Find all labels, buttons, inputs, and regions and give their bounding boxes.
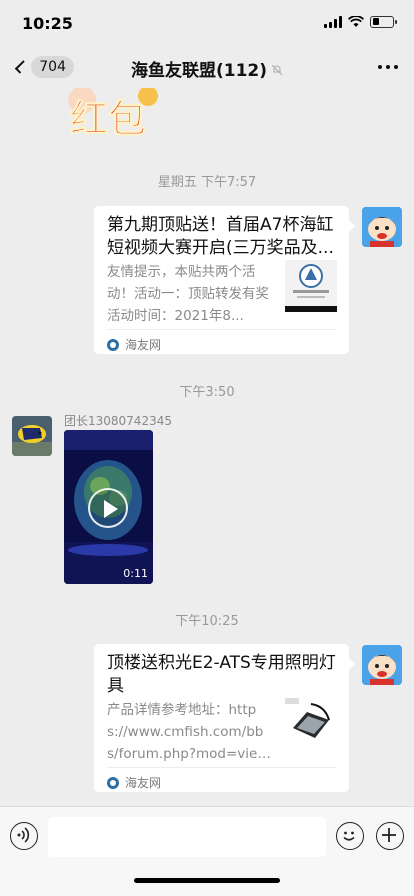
emoji-icon [343, 831, 355, 841]
source-logo-icon [107, 776, 119, 789]
chat-title: 海鱼友联盟(112) [0, 56, 414, 81]
sticker-image[interactable]: 红包 [64, 88, 182, 142]
link-card-thumbnail [285, 260, 337, 312]
link-card-description: 产品详情参考地址：https://www.cmfish.com/bbs/foru… [107, 702, 269, 762]
plus-icon [382, 828, 396, 842]
wifi-icon [348, 15, 364, 27]
link-card-description: 友情提示，本贴共两个活动！活动一：顶贴转发有奖活动时间：2021年8... [107, 264, 269, 324]
voice-icon [17, 827, 30, 843]
timestamp: 下午10:25 [175, 614, 239, 629]
link-card[interactable]: 第九期顶贴送！首届A7杯海缸短视频大赛开启(三万奖品及... 友情提示，本贴共两… [94, 206, 355, 354]
status-bar: 10:25 [0, 0, 414, 46]
link-card-source-name: 海友网 [125, 338, 162, 352]
timestamp: 下午3:50 [179, 385, 235, 400]
video-message[interactable]: 0:11 [64, 430, 153, 584]
source-logo-icon [107, 338, 119, 351]
link-card-source: 海友网 [107, 774, 161, 791]
link-card-source: 海友网 [107, 336, 161, 353]
add-more-button[interactable] [376, 822, 404, 850]
avatar[interactable] [12, 416, 52, 456]
link-card-title: 第九期顶贴送！首届A7杯海缸短视频大赛开启(三万奖品及... [107, 215, 334, 258]
voice-input-button[interactable] [10, 822, 38, 850]
battery-icon [370, 15, 397, 28]
status-indicators [324, 15, 397, 28]
more-options-button[interactable] [378, 65, 398, 69]
sticker-text: 红包 [70, 96, 146, 138]
link-card-thumbnail [285, 698, 337, 750]
avatar[interactable] [362, 207, 402, 247]
link-card[interactable]: 顶楼送积光E2-ATS专用照明灯具 产品详情参考地址：https://www.c… [94, 644, 355, 792]
nav-bar: 704 海鱼友联盟(112) [0, 46, 414, 88]
mute-bell-icon [271, 64, 283, 79]
status-time: 10:25 [22, 14, 73, 33]
chat-area[interactable]: 红包 星期五 下午7:57 第九期顶贴送！首届A7杯海缸短视频大赛开启(三万奖品… [0, 88, 414, 806]
link-card-source-name: 海友网 [125, 776, 162, 790]
sender-name: 团长13080742345 [64, 414, 172, 428]
message-input[interactable] [48, 817, 326, 857]
video-duration: 0:11 [123, 567, 148, 580]
link-card-title: 顶楼送积光E2-ATS专用照明灯具 [107, 653, 336, 696]
home-indicator [134, 878, 280, 883]
signal-icon [324, 15, 342, 28]
play-icon[interactable] [88, 488, 128, 528]
sticker-art: 红包 [64, 88, 182, 142]
timestamp: 星期五 下午7:57 [157, 175, 257, 190]
avatar[interactable] [362, 645, 402, 685]
chat-title-text: 海鱼友联盟(112) [130, 61, 268, 81]
emoji-button[interactable] [336, 822, 364, 850]
